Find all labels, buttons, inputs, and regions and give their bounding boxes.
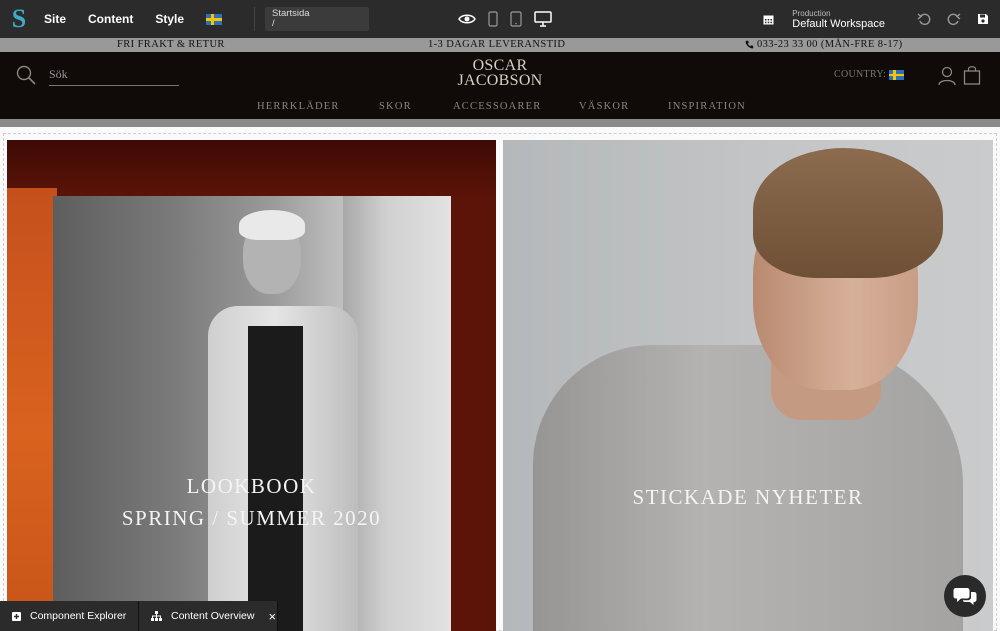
page-title: Startsida: [272, 8, 310, 19]
phone-number: 033-23 33 00 (MÅN-FRE 8-17): [757, 39, 903, 50]
nav-inspiration[interactable]: INSPIRATION: [668, 101, 746, 112]
close-icon[interactable]: ×: [268, 610, 276, 623]
device-preview-group: [458, 0, 564, 38]
mobile-device-icon[interactable]: [488, 11, 498, 27]
delivery-time-text: 1-3 DAGAR LEVERANSTID: [428, 39, 566, 50]
shopping-bag-icon[interactable]: [963, 65, 981, 90]
menu-content[interactable]: Content: [88, 12, 133, 26]
tile-background: [7, 140, 496, 200]
lookbook-line-1: LOOKBOOK: [186, 474, 317, 498]
search-icon[interactable]: [16, 65, 36, 90]
brand-line-2: JACOBSON: [457, 72, 543, 89]
cms-toolbar: S Site Content Style Startsida / Product…: [0, 0, 1000, 38]
desktop-device-icon[interactable]: [534, 11, 552, 27]
toolbar-divider: [254, 7, 256, 31]
chat-widget-button[interactable]: [944, 575, 986, 617]
redo-icon[interactable]: [947, 12, 961, 26]
content-overview-label: Content Overview: [171, 610, 255, 622]
plus-square-icon: [12, 611, 21, 621]
page-url-field[interactable]: Startsida /: [265, 7, 370, 31]
lookbook-heading: LOOKBOOK SPRING / SUMMER 2020: [7, 470, 496, 534]
site-header: OSCAR JACOBSON COUNTRY: HERRKLÄDER SKOR …: [0, 52, 1000, 119]
sweden-flag-icon: [889, 69, 905, 80]
workspace-selector[interactable]: Production Default Workspace: [792, 9, 885, 30]
sitemap-icon: [151, 611, 162, 621]
cms-right-tools: Production Default Workspace: [763, 0, 1000, 38]
chat-bubbles-icon: [953, 588, 977, 605]
main-navigation: HERRKLÄDER SKOR ACCESSOARER VÄSKOR INSPI…: [0, 101, 1000, 115]
page-path: /: [272, 18, 275, 29]
cms-logo[interactable]: S: [0, 0, 38, 38]
phone-icon: [745, 40, 754, 49]
content-overview-tab[interactable]: Content Overview ×: [139, 601, 278, 631]
knitwear-tile[interactable]: STICKADE NYHETER: [503, 140, 993, 631]
search-input[interactable]: [49, 64, 179, 86]
brand-line-1: OSCAR: [472, 57, 528, 74]
nav-herrklader[interactable]: HERRKLÄDER: [257, 101, 340, 112]
language-flag-icon[interactable]: [206, 13, 223, 25]
free-shipping-text: FRI FRAKT & RETUR: [117, 39, 225, 50]
cms-panel-tabs: Component Explorer × Content Overview ×: [0, 601, 278, 631]
component-explorer-label: Component Explorer: [30, 610, 127, 622]
menu-site[interactable]: Site: [44, 12, 66, 26]
phone-contact[interactable]: 033-23 33 00 (MÅN-FRE 8-17): [745, 39, 903, 50]
workspace-name: Default Workspace: [792, 17, 885, 30]
nav-skor[interactable]: SKOR: [379, 101, 412, 112]
orange-wall: [7, 188, 57, 631]
preview-eye-icon[interactable]: [458, 13, 476, 25]
lookbook-line-2: SPRING / SUMMER 2020: [121, 506, 382, 530]
user-account-icon[interactable]: [938, 66, 956, 91]
announcement-bar: FRI FRAKT & RETUR 1-3 DAGAR LEVERANSTID …: [0, 38, 1000, 52]
undo-icon[interactable]: [917, 12, 931, 26]
knitwear-heading: STICKADE NYHETER: [632, 485, 864, 509]
tablet-device-icon[interactable]: [510, 11, 522, 27]
save-icon[interactable]: [977, 13, 989, 25]
calendar-icon[interactable]: [763, 14, 774, 25]
nav-accessoarer[interactable]: ACCESSOARER: [453, 101, 541, 112]
brand-logo[interactable]: OSCAR JACOBSON: [448, 57, 552, 89]
environment-label: Production: [792, 8, 831, 18]
cms-menu: Site Content Style: [44, 12, 223, 26]
nav-vaskor[interactable]: VÄSKOR: [579, 101, 629, 112]
component-explorer-tab[interactable]: Component Explorer ×: [0, 601, 148, 631]
menu-style[interactable]: Style: [155, 12, 184, 26]
country-selector[interactable]: COUNTRY:: [834, 69, 905, 80]
header-divider-strip: [0, 119, 1000, 127]
lookbook-tile[interactable]: LOOKBOOK SPRING / SUMMER 2020: [7, 140, 496, 631]
lookbook-photo: [53, 196, 451, 631]
model-hair: [753, 148, 943, 278]
country-label: COUNTRY:: [834, 69, 887, 80]
